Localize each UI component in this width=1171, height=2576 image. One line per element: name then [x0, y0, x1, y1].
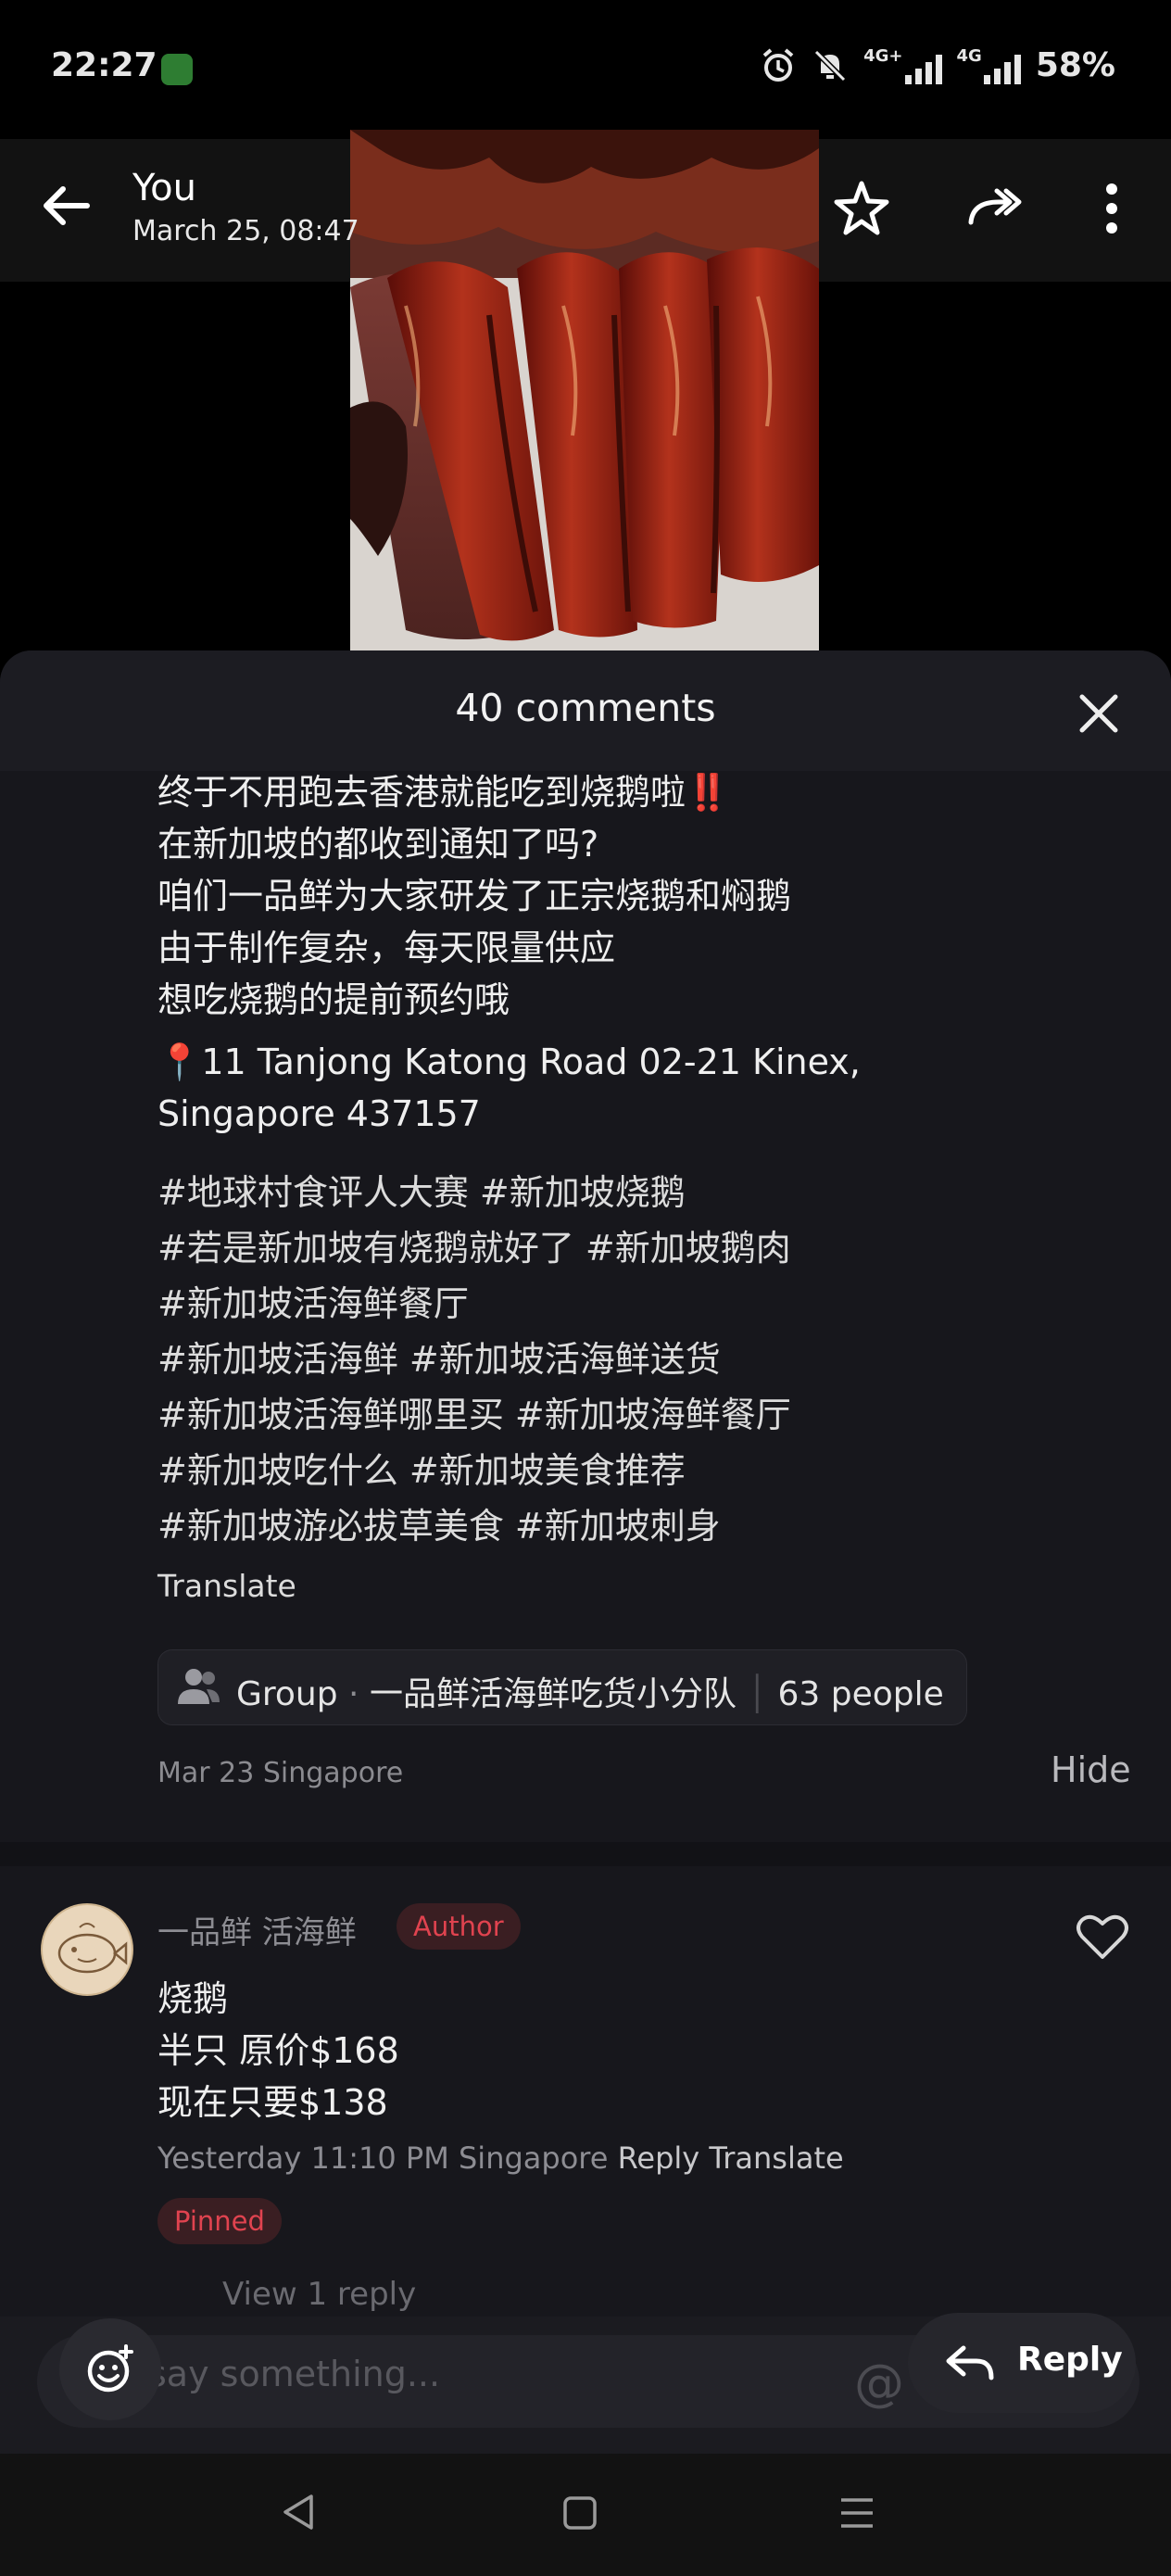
view-replies-link[interactable]: View 1 reply	[222, 2276, 416, 2313]
mute-icon	[814, 49, 847, 82]
emoji-icon	[87, 2344, 133, 2393]
status-right-group: 4G+ 4G 58%	[760, 46, 1115, 84]
star-icon[interactable]	[829, 176, 894, 241]
emoji-button[interactable]	[59, 2318, 161, 2420]
nav-home-icon[interactable]	[560, 2493, 600, 2533]
group-icon	[178, 1669, 220, 1704]
hashtag-line[interactable]: #新加坡活海鲜 #新加坡活海鲜送货	[157, 1331, 721, 1382]
post-line: 由于制作复杂，每天限量供应	[157, 928, 616, 968]
comment-line: 半只 原价$168	[157, 2030, 399, 2071]
comment-time: Yesterday 11:10 PM Singapore	[157, 2140, 609, 2176]
post-line: 在新加坡的都收到通知了吗?	[157, 824, 599, 865]
comment-line: 现在只要$138	[157, 2082, 388, 2123]
hashtag-line[interactable]: #新加坡活海鲜哪里买 #新加坡海鲜餐厅	[157, 1386, 791, 1437]
section-divider	[0, 1842, 1171, 1866]
post-line: 终于不用跑去香港就能吃到烧鹅啦‼️	[157, 772, 730, 813]
mention-icon[interactable]: @	[854, 2354, 904, 2412]
group-members: 63 people	[777, 1675, 944, 1713]
group-chip-text: Group · 一品鲜活海鲜吃货小分队 │ 63 people	[236, 1675, 944, 1713]
nav-back-icon[interactable]	[278, 2491, 319, 2533]
author-badge: Author	[397, 1903, 521, 1950]
app-icon	[161, 54, 193, 85]
hashtag-line[interactable]: #新加坡游必拔草美食 #新加坡刺身	[157, 1497, 721, 1548]
reply-button[interactable]: Reply	[908, 2313, 1136, 2413]
comments-count: 40 comments	[455, 686, 716, 730]
message-date: March 25, 08:47	[132, 215, 359, 247]
roast-goose-image	[350, 130, 819, 650]
sender-name: You	[132, 167, 196, 209]
battery-text: 58%	[1035, 46, 1115, 84]
pinned-badge: Pinned	[157, 2198, 282, 2244]
comment-translate-link[interactable]: Translate	[709, 2140, 843, 2176]
reply-button-label: Reply	[1017, 2341, 1123, 2379]
group-name: 一品鲜活海鲜吃货小分队	[369, 1675, 737, 1713]
status-bar: 22:27 4G+ 4G 58%	[0, 0, 1171, 139]
group-chip[interactable]: Group · 一品鲜活海鲜吃货小分队 │ 63 people	[157, 1649, 967, 1725]
logo-fish-icon	[57, 1923, 128, 1974]
status-time: 22:27	[51, 46, 157, 84]
heart-icon[interactable]	[1075, 1911, 1130, 1963]
comment-line: 烧鹅	[157, 1978, 229, 2019]
network-label-2: 4G	[956, 46, 982, 66]
post-meta: Mar 23 Singapore	[157, 1757, 404, 1789]
alarm-icon	[762, 47, 794, 82]
avatar[interactable]	[41, 1903, 133, 1996]
translate-link[interactable]: Translate	[157, 1568, 296, 1604]
post-photo[interactable]	[350, 130, 819, 650]
hashtag-line[interactable]: #新加坡吃什么 #新加坡美食推荐	[157, 1442, 686, 1493]
comment-input-placeholder: say something...	[148, 2354, 441, 2394]
post-line: 咱们一品鲜为大家研发了正宗烧鹅和焖鹅	[157, 876, 792, 916]
network-label-1: 4G+	[863, 46, 903, 66]
hide-button[interactable]: Hide	[1051, 1749, 1131, 1790]
address-line: 📍11 Tanjong Katong Road 02-21 Kinex,	[157, 1042, 861, 1082]
signal-icon	[983, 53, 1021, 84]
hashtag-line[interactable]: #地球村食评人大赛 #新加坡烧鹅	[157, 1164, 686, 1215]
reply-arrow-icon	[946, 2345, 994, 2380]
forward-icon[interactable]	[962, 176, 1026, 241]
hashtag-line[interactable]: #若是新加坡有烧鹅就好了 #新加坡鹅肉	[157, 1219, 791, 1270]
comment-reply-link[interactable]: Reply	[618, 2140, 700, 2176]
signal-icon	[904, 53, 942, 84]
hashtag-line[interactable]: #新加坡活海鲜餐厅	[157, 1275, 469, 1326]
back-arrow-icon[interactable]	[37, 176, 96, 235]
more-vert-icon[interactable]	[1079, 176, 1144, 241]
close-icon[interactable]	[1075, 689, 1123, 738]
nav-menu-icon[interactable]	[836, 2494, 878, 2532]
system-nav-bar	[0, 2454, 1171, 2576]
post-line: 想吃烧鹅的提前预约哦	[157, 979, 510, 1020]
address-line: Singapore 437157	[157, 1093, 481, 1134]
group-label: Group	[236, 1675, 338, 1713]
comment-author-name[interactable]: 一品鲜 活海鲜	[157, 1907, 357, 1952]
comment-meta: Yesterday 11:10 PM Singapore Reply Trans…	[157, 2140, 844, 2176]
